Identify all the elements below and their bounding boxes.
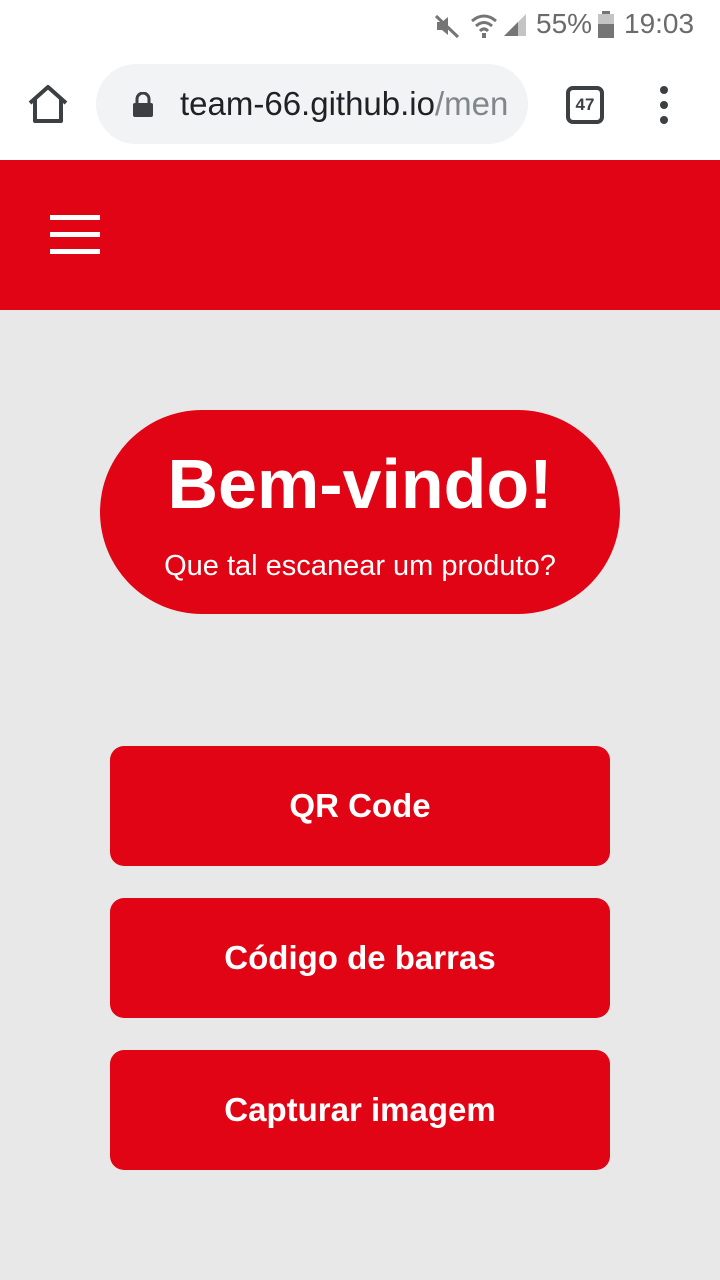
barcode-button[interactable]: Código de barras (110, 898, 610, 1018)
browser-toolbar: team-66.github.io/menu 47 (0, 50, 720, 160)
home-icon[interactable] (22, 78, 74, 130)
tabs-icon[interactable]: 47 (566, 86, 604, 124)
capture-image-button[interactable]: Capturar imagem (110, 1050, 610, 1170)
url-text: team-66.github.io/menu (180, 84, 510, 124)
url-path: /menu (435, 85, 510, 122)
battery-icon (598, 11, 614, 38)
tab-count: 47 (575, 95, 595, 114)
wifi-icon (471, 14, 497, 38)
signal-icon (504, 14, 526, 36)
mute-icon (434, 14, 460, 39)
clock: 19:03 (624, 8, 695, 39)
address-bar[interactable]: team-66.github.io/menu (96, 64, 528, 144)
welcome-subtitle: Que tal escanear um produto? (164, 550, 556, 582)
more-menu-icon[interactable] (652, 86, 676, 124)
welcome-banner: Bem-vindo! Que tal escanear um produto? (100, 410, 620, 614)
battery-percent: 55% (536, 8, 593, 39)
hamburger-icon[interactable] (50, 215, 100, 255)
welcome-title: Bem-vindo! (167, 445, 553, 523)
status-bar: 55% 19:03 (0, 0, 720, 50)
lock-icon (133, 92, 153, 117)
qr-code-button[interactable]: QR Code (110, 746, 610, 866)
url-domain: team-66.github.io (180, 85, 435, 122)
app-header (0, 160, 720, 310)
